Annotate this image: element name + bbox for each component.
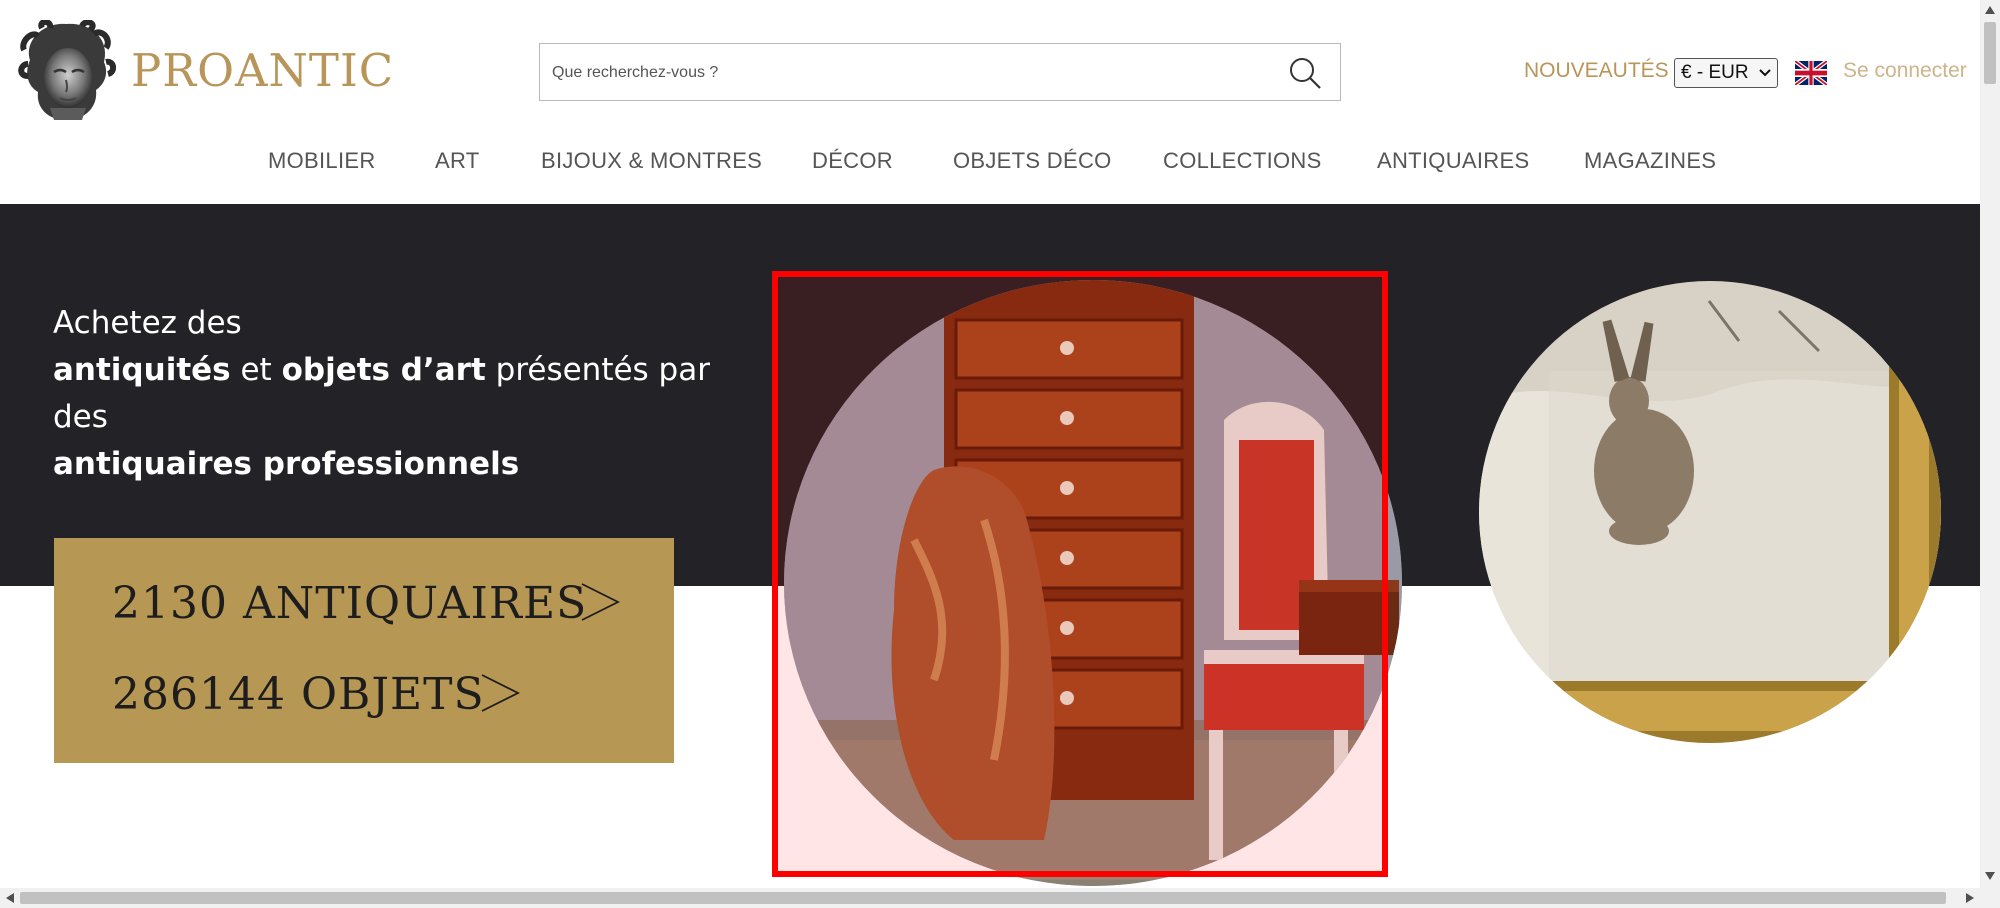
scroll-down-arrow-icon[interactable] bbox=[1985, 872, 1995, 880]
vertical-scroll-thumb[interactable] bbox=[1984, 22, 1996, 84]
chevron-right-icon[interactable] bbox=[478, 671, 522, 715]
selection-highlight bbox=[772, 271, 1388, 877]
headline-et: et bbox=[240, 352, 272, 388]
currency-select[interactable]: € - EUR bbox=[1674, 58, 1778, 88]
login-link[interactable]: Se connecter bbox=[1843, 59, 1967, 83]
nav-item-collections[interactable]: COLLECTIONS bbox=[1163, 148, 1322, 174]
main-navigation: MOBILIER ART BIJOUX & MONTRES DÉCOR OBJE… bbox=[0, 148, 1980, 182]
nouveautes-link[interactable]: NOUVEAUTÉS bbox=[1524, 59, 1669, 83]
brand-logo-text[interactable]: PROANTIC bbox=[131, 44, 394, 97]
site-header: PROANTIC NOUVEAUTÉS € - EUR Se connecter… bbox=[0, 0, 1980, 204]
scrollbar-corner bbox=[1980, 888, 2000, 908]
headline-antiquites: antiquités bbox=[53, 352, 231, 388]
currency-value: € - EUR bbox=[1681, 62, 1749, 83]
headline-line3: antiquaires professionnels bbox=[53, 446, 520, 482]
medusa-bust-logo-icon[interactable] bbox=[16, 20, 116, 124]
hare-painting-image[interactable] bbox=[1479, 281, 1941, 743]
headline-objets-dart: objets d’art bbox=[281, 352, 486, 388]
scroll-up-arrow-icon[interactable] bbox=[1985, 6, 1995, 14]
vertical-scrollbar[interactable] bbox=[1980, 0, 2000, 888]
nav-item-magazines[interactable]: MAGAZINES bbox=[1584, 148, 1716, 174]
nav-item-objets-deco[interactable]: OBJETS DÉCO bbox=[953, 148, 1112, 174]
antiquaires-count: 2130 ANTIQUAIRES bbox=[112, 578, 588, 629]
hero-headline: Achetez des antiquités et objets d’art p… bbox=[53, 300, 773, 488]
headline-line1: Achetez des bbox=[53, 305, 242, 341]
chevron-down-icon bbox=[1759, 69, 1771, 77]
nav-item-decor[interactable]: DÉCOR bbox=[812, 148, 893, 174]
stats-box: 2130 ANTIQUAIRES 286144 OBJETS bbox=[54, 538, 674, 763]
horizontal-scrollbar[interactable] bbox=[0, 888, 1980, 908]
nav-item-art[interactable]: ART bbox=[435, 148, 480, 174]
nav-item-antiquaires[interactable]: ANTIQUAIRES bbox=[1377, 148, 1529, 174]
horizontal-scroll-thumb[interactable] bbox=[20, 892, 1946, 904]
scroll-left-arrow-icon[interactable] bbox=[6, 893, 14, 903]
search-input[interactable] bbox=[550, 58, 1254, 88]
uk-flag-icon[interactable] bbox=[1795, 61, 1827, 85]
nav-item-bijoux-montres[interactable]: BIJOUX & MONTRES bbox=[541, 148, 762, 174]
objets-count: 286144 OBJETS bbox=[112, 669, 485, 720]
search-bar bbox=[539, 43, 1341, 101]
search-icon[interactable] bbox=[1288, 56, 1322, 90]
nav-item-mobilier[interactable]: MOBILIER bbox=[268, 148, 376, 174]
objets-count-link[interactable]: 286144 OBJETS bbox=[112, 669, 485, 720]
hare-painting-illustration bbox=[1479, 281, 1941, 743]
antiquaires-count-link[interactable]: 2130 ANTIQUAIRES bbox=[112, 578, 587, 629]
chevron-right-icon[interactable] bbox=[578, 580, 622, 624]
scroll-right-arrow-icon[interactable] bbox=[1966, 893, 1974, 903]
